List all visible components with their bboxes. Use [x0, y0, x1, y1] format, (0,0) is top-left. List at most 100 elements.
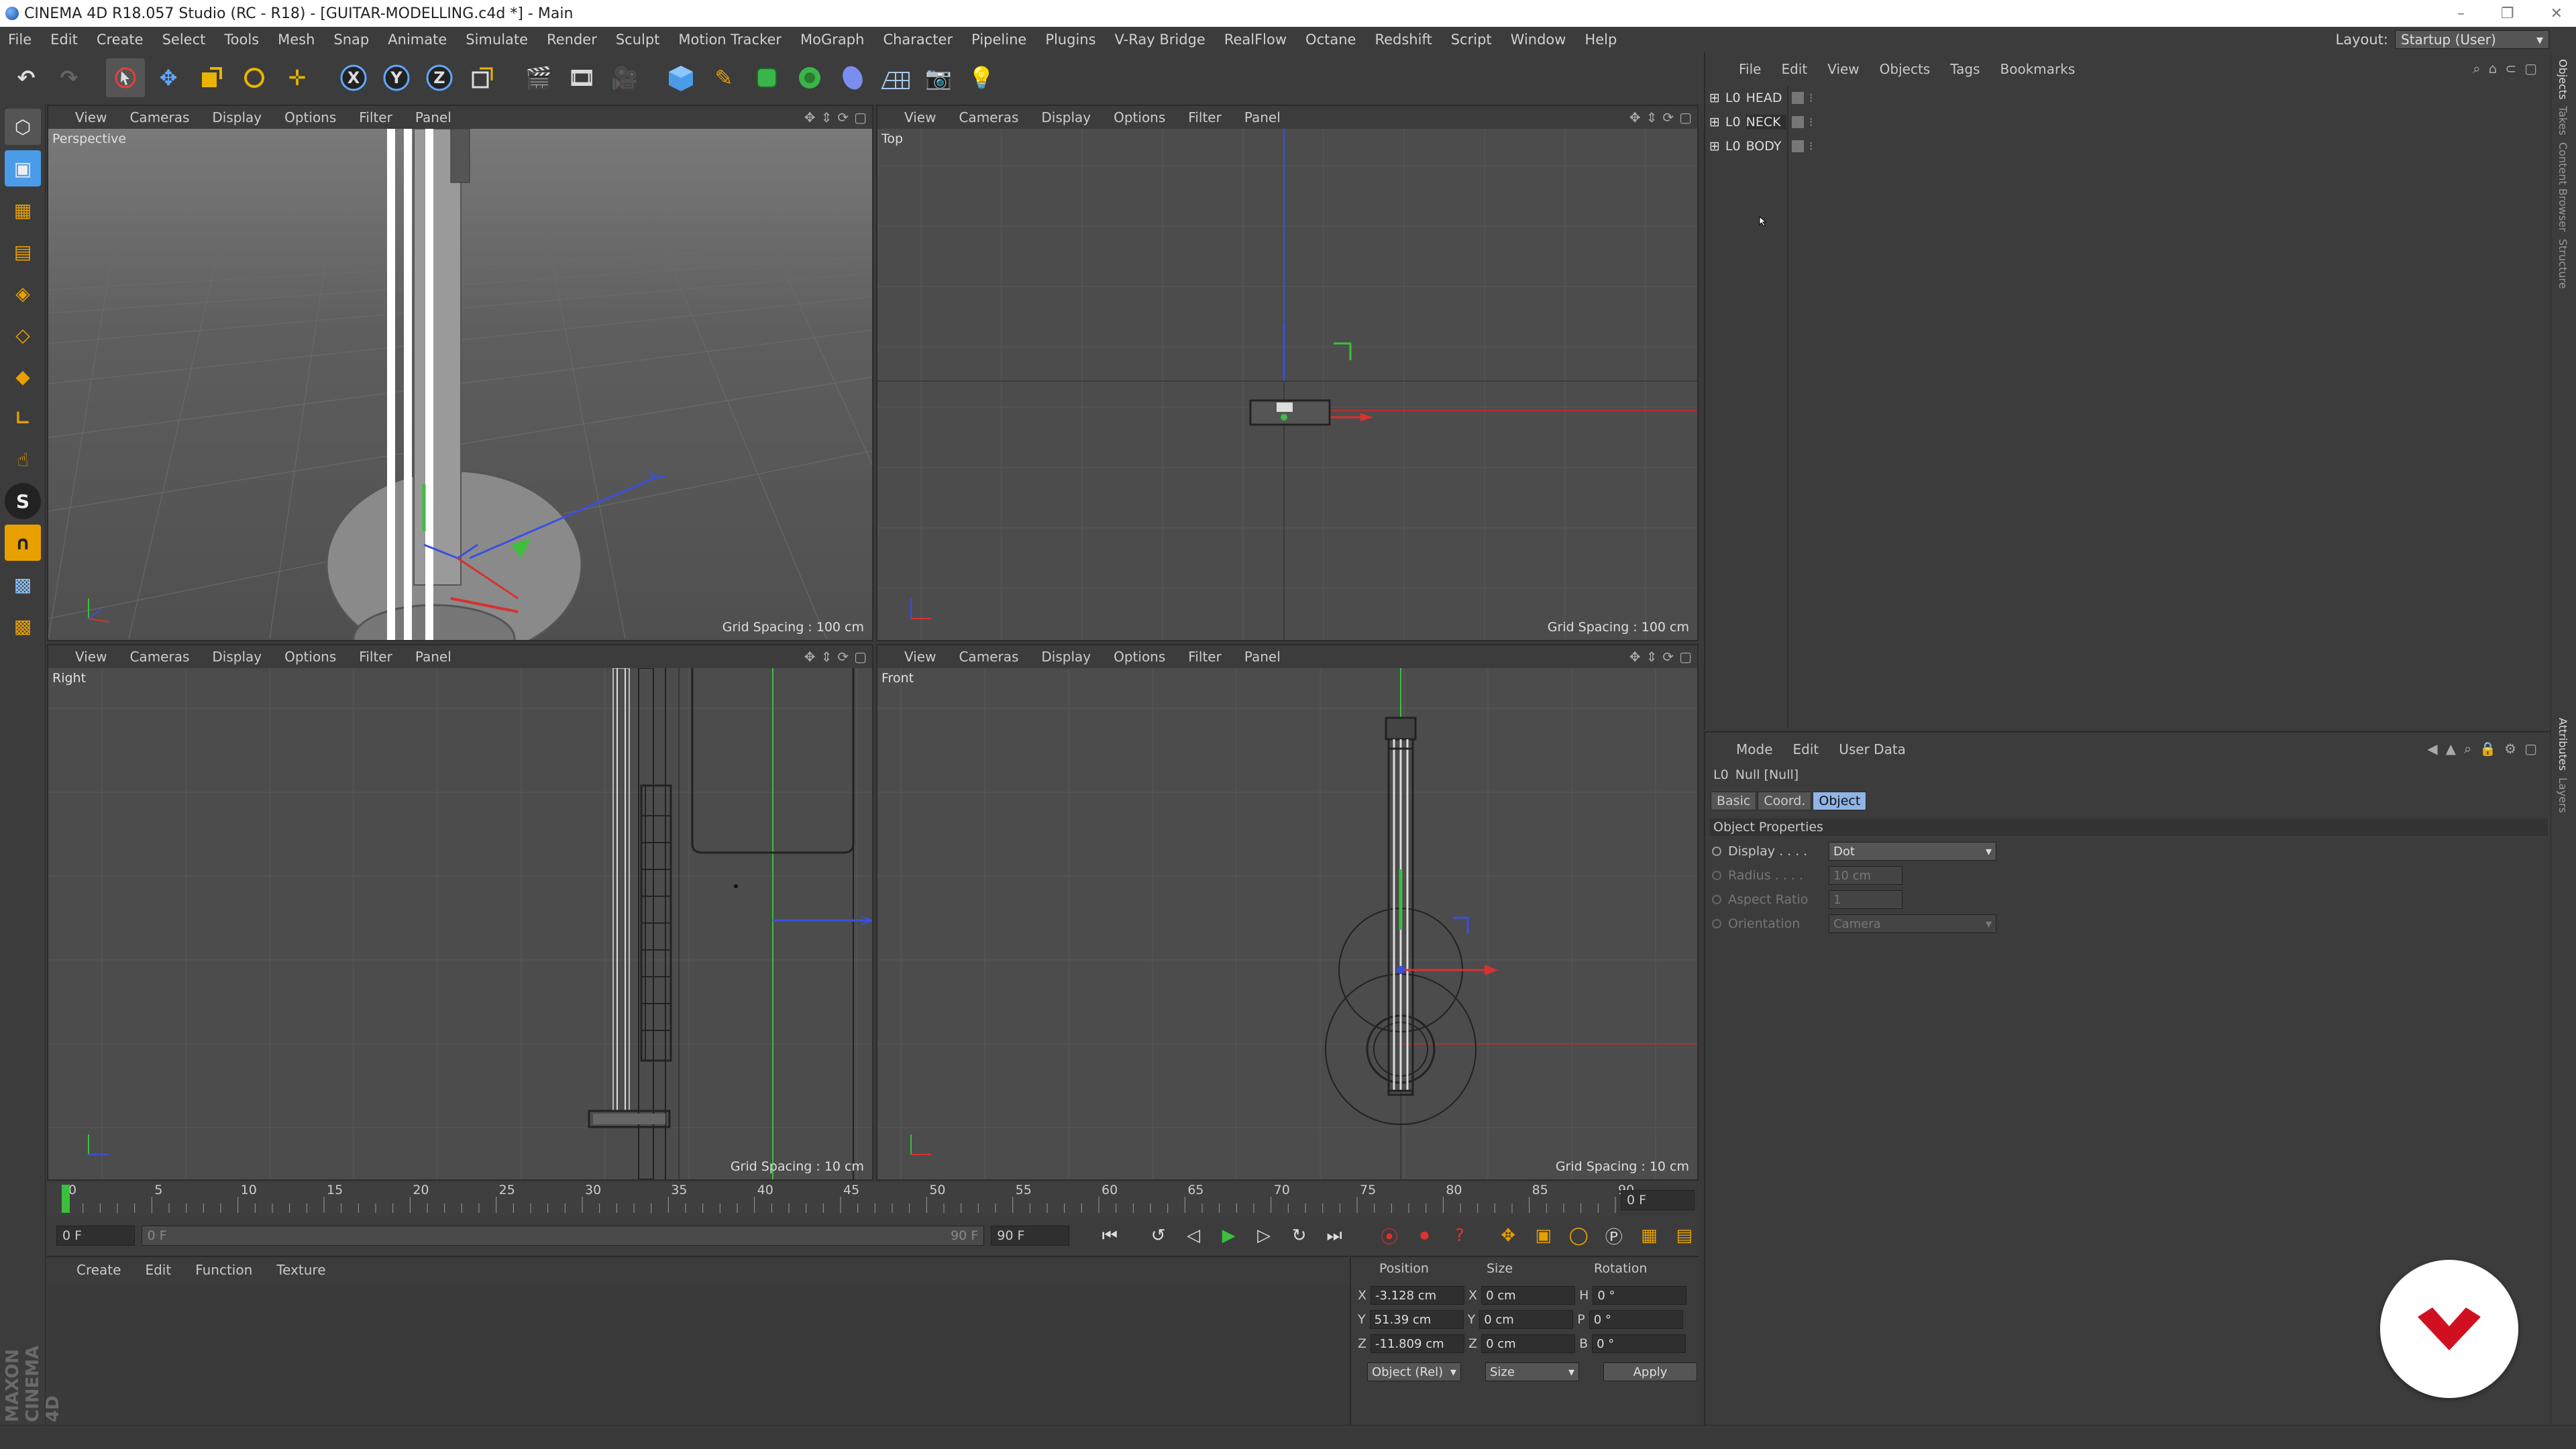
viewport-right[interactable]: View Cameras Display Options Filter Pane… [47, 644, 873, 1181]
object-manager[interactable]: File Edit View Objects Tags Bookmarks ⌕ … [1704, 52, 2551, 730]
tab-objects[interactable]: Objects [2557, 59, 2569, 99]
up-arrow-icon[interactable]: ▲ [2446, 741, 2456, 757]
radius-field[interactable]: 10 cm [1829, 866, 1902, 885]
pan-icon[interactable]: ✥ [804, 109, 816, 125]
timeline-window-icon[interactable]: ▤ [1670, 1221, 1699, 1250]
orientation-dropdown[interactable]: Camera ▾ [1829, 914, 1996, 933]
top-canvas[interactable] [877, 129, 1697, 640]
menu-create[interactable]: Create [97, 32, 144, 48]
model-mode-icon[interactable]: ▣ [5, 150, 41, 186]
menu-realflow[interactable]: RealFlow [1224, 32, 1287, 48]
orbit-icon[interactable]: ⟳ [837, 109, 849, 125]
edges-mode-icon[interactable]: ◇ [5, 317, 41, 353]
vp-menu-display[interactable]: Display [1041, 109, 1091, 125]
menu-mograph[interactable]: MoGraph [800, 32, 864, 48]
vp-menu-options[interactable]: Options [284, 109, 336, 125]
vp-menu-panel[interactable]: Panel [1244, 649, 1281, 665]
vp-menu-display[interactable]: Display [212, 109, 262, 125]
settings-icon[interactable]: ⚙ [2504, 741, 2516, 757]
record-position-icon[interactable]: ✥ [1494, 1221, 1523, 1250]
previous-frame-icon[interactable]: ◁ [1179, 1221, 1208, 1250]
snap-icon[interactable]: ∩ [5, 525, 41, 561]
viewport-front[interactable]: View Cameras Display Options Filter Pane… [876, 644, 1699, 1181]
deformer-icon[interactable] [833, 58, 872, 97]
vp-menu-options[interactable]: Options [1114, 649, 1165, 665]
attr-menu-mode[interactable]: Mode [1736, 741, 1773, 757]
position-y-field[interactable]: 51.39 cm [1369, 1310, 1464, 1329]
previous-key-icon[interactable]: ↺ [1144, 1221, 1173, 1250]
rotation-p-field[interactable]: 0 ° [1589, 1310, 1683, 1329]
menu-tools[interactable]: Tools [224, 32, 259, 48]
vp-menu-view[interactable]: View [75, 649, 107, 665]
end-frame-field[interactable]: 90 F [991, 1226, 1069, 1246]
size-z-field[interactable]: 0 cm [1481, 1334, 1576, 1353]
cloner-icon[interactable] [790, 58, 829, 97]
live-selection-icon[interactable] [106, 58, 145, 97]
vp-menu-cameras[interactable]: Cameras [959, 109, 1018, 125]
vp-menu-panel[interactable]: Panel [415, 649, 451, 665]
tab-structure[interactable]: Structure [2557, 239, 2569, 288]
visibility-dots-icon[interactable]: ⁝ [1809, 91, 1813, 105]
vp-menu-cameras[interactable]: Cameras [129, 649, 189, 665]
pan-icon[interactable]: ✥ [1629, 649, 1641, 665]
move-icon[interactable]: ✥ [149, 58, 188, 97]
tab-takes[interactable]: Takes [2557, 106, 2569, 136]
obj-menu-edit[interactable]: Edit [1781, 61, 1807, 77]
obj-menu-view[interactable]: View [1827, 61, 1859, 77]
z-axis-lock-icon[interactable]: Z [420, 58, 459, 97]
record-rotation-icon[interactable]: ◯ [1564, 1221, 1593, 1250]
next-key-icon[interactable]: ↻ [1285, 1221, 1313, 1250]
display-dropdown[interactable]: Dot ▾ [1829, 842, 1996, 861]
vp-menu-filter[interactable]: Filter [359, 649, 392, 665]
start-frame-field[interactable]: 0 F [56, 1226, 135, 1246]
y-axis-lock-icon[interactable]: Y [377, 58, 416, 97]
tab-attributes[interactable]: Attributes [2557, 718, 2569, 771]
visibility-dots-icon[interactable]: ⁝ [1809, 139, 1813, 154]
vp-menu-panel[interactable]: Panel [415, 109, 451, 125]
mat-menu-function[interactable]: Function [195, 1262, 252, 1278]
timeline-ticks[interactable]: 051015202530354045505560657075808590 [47, 1182, 1699, 1216]
aspect-ratio-field[interactable]: 1 [1829, 890, 1902, 909]
animate-dot-icon[interactable] [1712, 895, 1721, 904]
menu-select[interactable]: Select [162, 32, 206, 48]
workplane-lock-icon[interactable]: ▩ [5, 566, 41, 602]
front-canvas[interactable] [877, 668, 1697, 1179]
right-canvas[interactable] [48, 668, 872, 1179]
workplane-mode-icon[interactable]: ▤ [5, 233, 41, 270]
tab-layers[interactable]: Layers [2557, 777, 2569, 813]
menu-file[interactable]: File [8, 32, 32, 48]
layout-dropdown[interactable]: Startup (User) ▾ [2395, 30, 2549, 49]
planar-workplane-icon[interactable]: ▩ [5, 608, 41, 644]
viewport-top[interactable]: View Cameras Display Options Filter Pane… [876, 105, 1699, 641]
size-x-field[interactable]: 0 cm [1481, 1286, 1576, 1305]
section-header[interactable]: Object Properties [1709, 818, 2548, 836]
tab-coord[interactable]: Coord. [1758, 792, 1812, 810]
obj-menu-bookmarks[interactable]: Bookmarks [2000, 61, 2076, 77]
obj-menu-tags[interactable]: Tags [1950, 61, 1980, 77]
pen-spline-icon[interactable]: ✎ [704, 58, 743, 97]
keyframe-selection-icon[interactable]: ? [1446, 1221, 1474, 1250]
maximize-view-icon[interactable]: ▢ [1679, 649, 1692, 665]
orbit-icon[interactable]: ⟳ [1662, 109, 1674, 125]
mat-menu-texture[interactable]: Texture [276, 1262, 325, 1278]
menu-character[interactable]: Character [883, 32, 953, 48]
tab-content-browser[interactable]: Content Browser [2557, 142, 2569, 232]
orbit-icon[interactable]: ⟳ [1662, 649, 1674, 665]
maximize-view-icon[interactable]: ▢ [1679, 109, 1692, 125]
goto-start-icon[interactable]: ⏮ [1095, 1221, 1124, 1250]
vp-menu-panel[interactable]: Panel [1244, 109, 1281, 125]
maximize-view-icon[interactable]: ▢ [854, 649, 867, 665]
vp-menu-cameras[interactable]: Cameras [129, 109, 189, 125]
animate-dot-icon[interactable] [1712, 871, 1721, 880]
obj-menu-file[interactable]: File [1739, 61, 1761, 77]
new-window-icon[interactable]: ▢ [2524, 60, 2537, 76]
vp-menu-options[interactable]: Options [284, 649, 336, 665]
position-z-field[interactable]: -11.809 cm [1371, 1334, 1465, 1353]
home-icon[interactable]: ⌂ [2489, 60, 2498, 76]
autokeying-icon[interactable]: ⏺ [1410, 1221, 1439, 1250]
material-manager[interactable]: Create Edit Function Texture [47, 1256, 1348, 1425]
record-point-level-icon[interactable]: ▦ [1635, 1221, 1664, 1250]
lock-icon[interactable]: 🔒 [2479, 741, 2496, 757]
redo-icon[interactable]: ↷ [50, 58, 89, 97]
zoom-icon[interactable]: ⇕ [1646, 649, 1658, 665]
